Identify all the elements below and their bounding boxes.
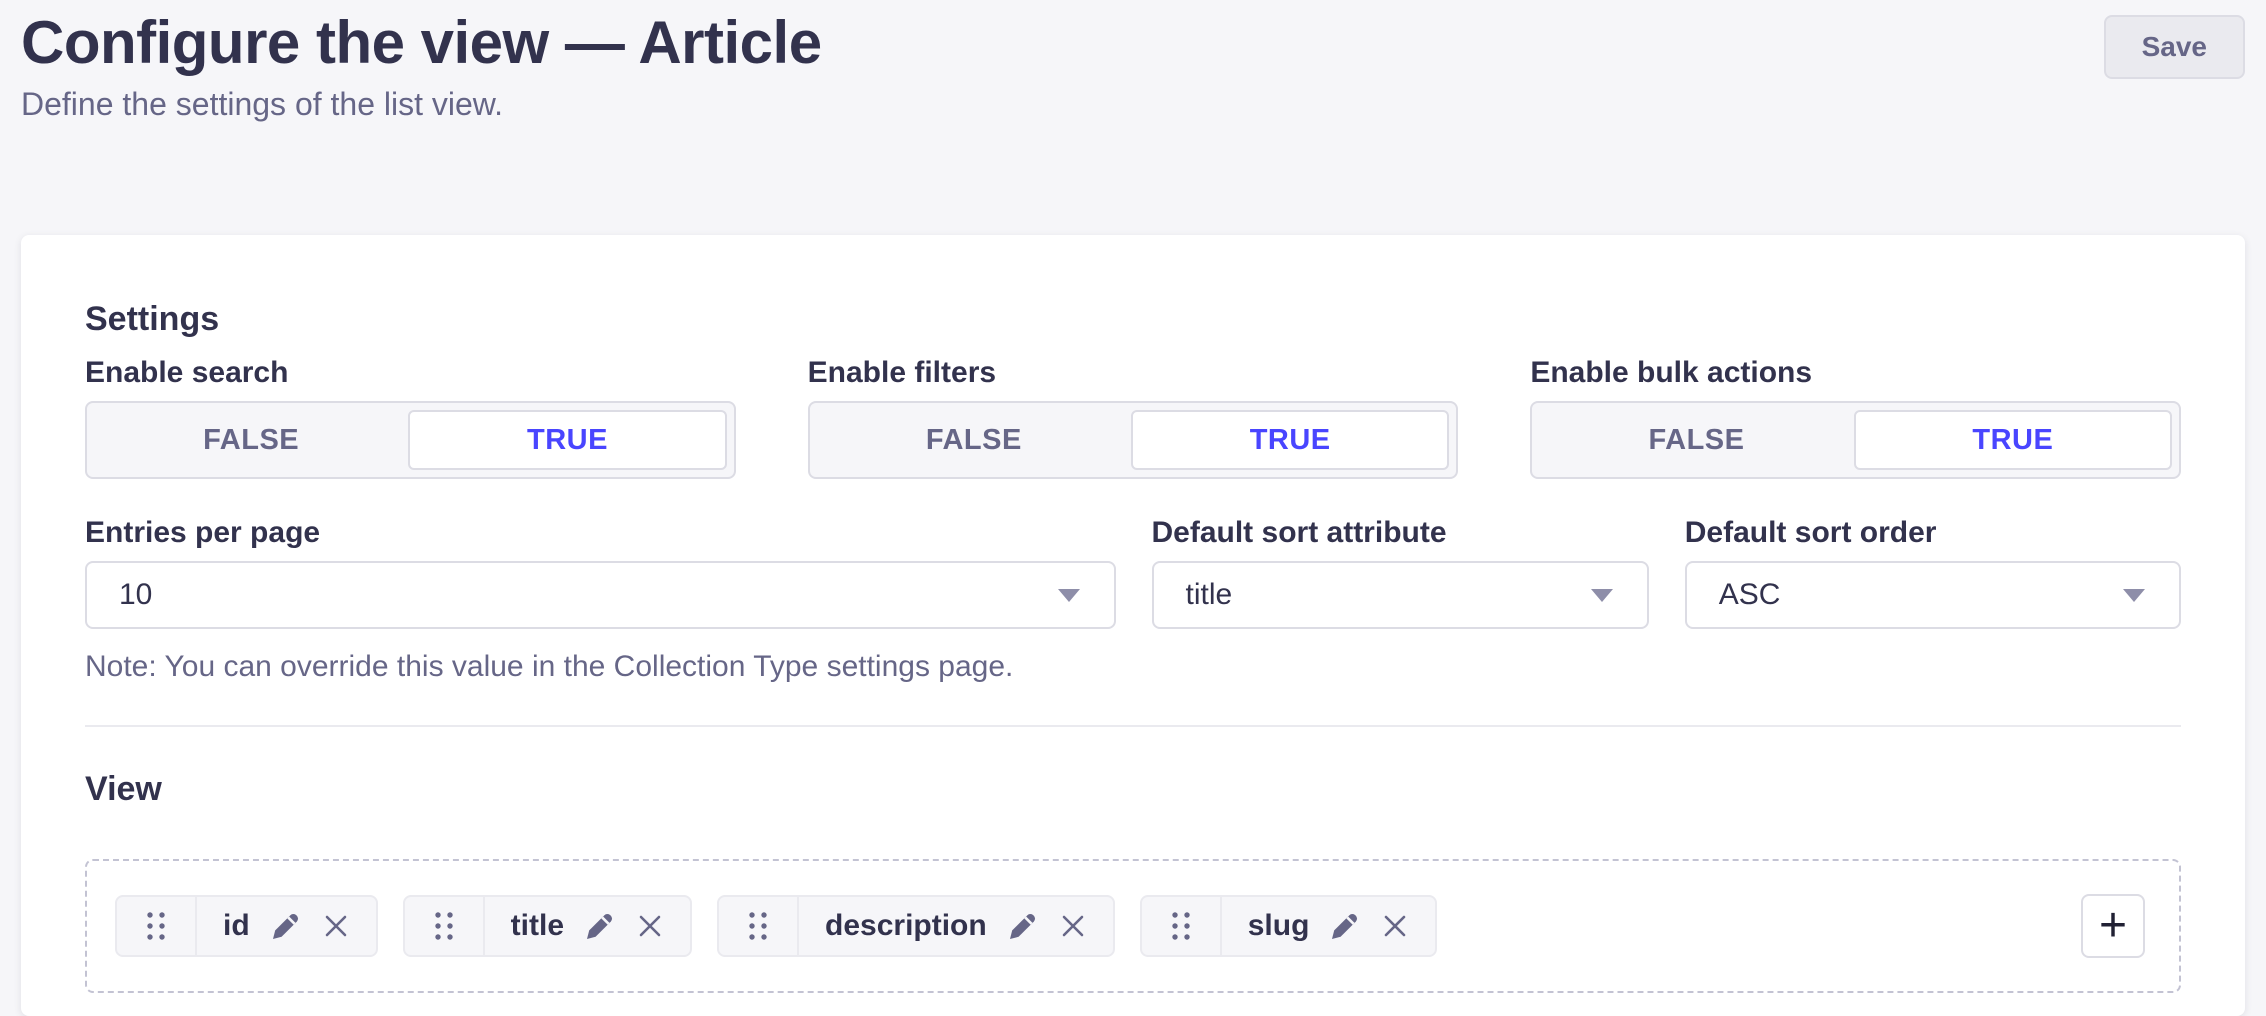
field-label: Enable filters	[808, 355, 1459, 391]
add-field-button[interactable]: +	[2081, 894, 2145, 958]
toggle-field-enable-bulk-actions: Enable bulk actions FALSE TRUE	[1530, 355, 2181, 479]
select-value: title	[1186, 578, 1233, 612]
toggle-true-option[interactable]: TRUE	[1854, 410, 2172, 470]
settings-heading: Settings	[85, 299, 2181, 339]
field-chip-body: id	[197, 897, 376, 955]
enable-search-toggle: FALSE TRUE	[85, 401, 736, 479]
drag-handle-icon[interactable]	[405, 897, 485, 955]
page-subtitle: Define the settings of the list view.	[21, 86, 822, 123]
drag-handle-icon[interactable]	[117, 897, 197, 955]
settings-card: Settings Enable search FALSE TRUE Enable…	[21, 235, 2245, 1016]
displayed-fields-dropzone: id	[85, 859, 2181, 993]
field-chip: title	[403, 895, 692, 957]
field-label: Default sort attribute	[1152, 515, 1649, 551]
select-field-default-sort-attribute: Default sort attribute title	[1152, 515, 1649, 685]
entries-per-page-note: Note: You can override this value in the…	[85, 649, 1116, 685]
default-sort-attribute-select[interactable]: title	[1152, 561, 1649, 629]
field-chip: slug	[1140, 895, 1438, 957]
toggle-false-option[interactable]: FALSE	[94, 410, 408, 470]
field-label: Enable bulk actions	[1530, 355, 2181, 391]
remove-icon[interactable]	[636, 912, 664, 940]
default-sort-order-select[interactable]: ASC	[1685, 561, 2181, 629]
remove-icon[interactable]	[1381, 912, 1409, 940]
edit-icon[interactable]	[270, 910, 302, 942]
toggles-row: Enable search FALSE TRUE Enable filters …	[85, 355, 2181, 479]
field-chip: id	[115, 895, 378, 957]
field-chip-label: title	[511, 909, 564, 943]
toggle-true-option[interactable]: TRUE	[408, 410, 726, 470]
section-divider	[85, 725, 2181, 727]
save-button[interactable]: Save	[2104, 15, 2245, 79]
toggle-false-option[interactable]: FALSE	[1539, 410, 1853, 470]
field-chip-label: slug	[1248, 909, 1310, 943]
toggle-true-option[interactable]: TRUE	[1131, 410, 1449, 470]
remove-icon[interactable]	[322, 912, 350, 940]
edit-icon[interactable]	[1007, 910, 1039, 942]
chevron-down-icon	[1591, 589, 1613, 602]
remove-icon[interactable]	[1059, 912, 1087, 940]
select-field-entries-per-page: Entries per page 10 Note: You can overri…	[85, 515, 1116, 685]
enable-filters-toggle: FALSE TRUE	[808, 401, 1459, 479]
select-field-default-sort-order: Default sort order ASC	[1685, 515, 2181, 685]
view-heading: View	[85, 769, 2181, 809]
select-value: 10	[119, 578, 152, 612]
page-header-text: Configure the view — Article Define the …	[21, 10, 822, 123]
chevron-down-icon	[1058, 589, 1080, 602]
field-chip-body: slug	[1222, 897, 1436, 955]
toggle-field-enable-search: Enable search FALSE TRUE	[85, 355, 736, 479]
page-header: Configure the view — Article Define the …	[21, 10, 2245, 123]
toggle-field-enable-filters: Enable filters FALSE TRUE	[808, 355, 1459, 479]
selects-row: Entries per page 10 Note: You can overri…	[85, 515, 2181, 685]
configure-view-page: Configure the view — Article Define the …	[0, 0, 2266, 1016]
page-title: Configure the view — Article	[21, 10, 822, 76]
field-label: Entries per page	[85, 515, 1116, 551]
chevron-down-icon	[2123, 589, 2145, 602]
field-label: Enable search	[85, 355, 736, 391]
field-chip-body: title	[485, 897, 690, 955]
entries-per-page-select[interactable]: 10	[85, 561, 1116, 629]
toggle-false-option[interactable]: FALSE	[817, 410, 1131, 470]
field-chip: description	[717, 895, 1115, 957]
field-chip-label: description	[825, 909, 987, 943]
edit-icon[interactable]	[1329, 910, 1361, 942]
edit-icon[interactable]	[584, 910, 616, 942]
field-chip-body: description	[799, 897, 1113, 955]
enable-bulk-actions-toggle: FALSE TRUE	[1530, 401, 2181, 479]
drag-handle-icon[interactable]	[719, 897, 799, 955]
drag-handle-icon[interactable]	[1142, 897, 1222, 955]
field-label: Default sort order	[1685, 515, 2181, 551]
select-value: ASC	[1719, 578, 1781, 612]
field-chip-label: id	[223, 909, 250, 943]
